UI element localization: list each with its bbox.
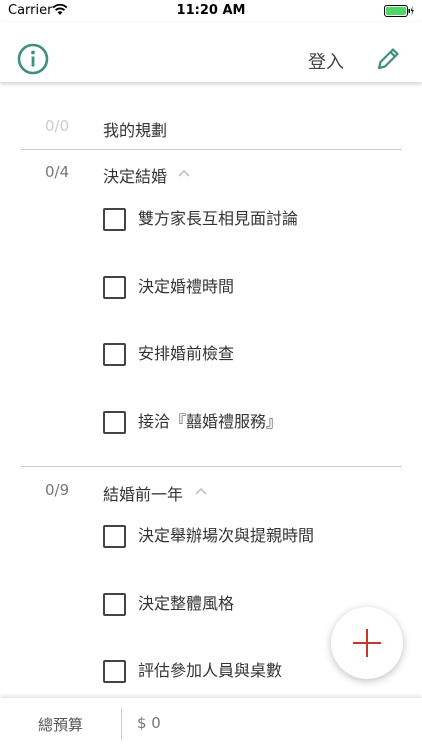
divider	[21, 149, 402, 150]
section-count: 0/9	[45, 481, 70, 499]
chevron-up-icon[interactable]	[195, 487, 207, 495]
section-title: 決定結婚	[103, 167, 168, 186]
checkbox[interactable]	[103, 525, 126, 548]
section-count: 0/4	[45, 163, 70, 181]
plan-header: 0/0 我的規劃	[0, 117, 422, 147]
item-label: 雙方家長互相見面討論	[138, 209, 299, 228]
section-header[interactable]: 0/9 結婚前一年	[0, 481, 422, 511]
plan-count: 0/0	[45, 117, 70, 135]
plus-icon	[366, 629, 368, 657]
item-label: 決定婚禮時間	[138, 277, 235, 296]
status-bar: Carrier 11:20 AM	[0, 0, 422, 22]
total-budget-label: 總預算	[38, 716, 84, 734]
list-item[interactable]: 接洽『囍婚禮服務』	[103, 411, 403, 437]
checkbox[interactable]	[103, 208, 126, 231]
list-item[interactable]: 決定婚禮時間	[103, 276, 403, 302]
list-item[interactable]: 安排婚前檢查	[103, 343, 403, 369]
login-button[interactable]: 登入	[308, 48, 344, 74]
clock: 11:20 AM	[176, 3, 246, 18]
checkbox[interactable]	[103, 276, 126, 299]
divider	[21, 466, 402, 467]
checkbox[interactable]	[103, 660, 126, 683]
item-label: 安排婚前檢查	[138, 344, 235, 363]
plan-title: 我的規劃	[103, 121, 168, 140]
list-item[interactable]: 雙方家長互相見面討論	[103, 208, 403, 234]
item-label: 評估參加人員與桌數	[138, 661, 283, 680]
chevron-up-icon[interactable]	[178, 169, 190, 177]
item-label: 接洽『囍婚禮服務』	[138, 412, 283, 431]
add-button[interactable]	[331, 607, 403, 679]
section-header[interactable]: 0/4 決定結婚	[0, 163, 422, 193]
checkbox[interactable]	[103, 593, 126, 616]
budget-bar: 總預算 $ 0	[0, 698, 422, 750]
item-label: 決定整體風格	[138, 594, 235, 613]
checkbox[interactable]	[103, 343, 126, 366]
list-item[interactable]: 決定舉辦場次與提親時間	[103, 525, 403, 551]
total-budget-value[interactable]: $ 0	[137, 714, 161, 732]
info-icon[interactable]	[17, 43, 49, 75]
battery-charging-icon	[384, 5, 414, 17]
pencil-icon[interactable]	[375, 46, 401, 72]
item-label: 決定舉辦場次與提親時間	[138, 526, 315, 545]
navbar: 登入	[0, 22, 422, 82]
checklist: 0/0 我的規劃 0/4 決定結婚 雙方家長互相見面討論 決定婚禮時間 安排婚前…	[0, 82, 422, 698]
checkbox[interactable]	[103, 411, 126, 434]
divider	[121, 708, 122, 740]
section-title: 結婚前一年	[103, 485, 184, 504]
